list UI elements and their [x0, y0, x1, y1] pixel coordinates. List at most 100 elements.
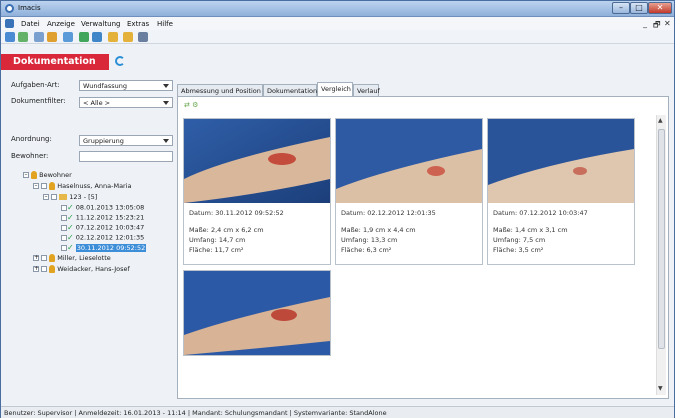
person-icon: [31, 171, 38, 179]
tree-resident-1[interactable]: – Haselnuss, Anna-Maria: [33, 182, 132, 190]
users-icon[interactable]: [79, 32, 89, 42]
aufgaben-value: Wundfassung: [83, 82, 127, 90]
checkmark-icon: ✓: [67, 223, 74, 232]
card-flaeche: Fläche: 11,7 cm²: [189, 246, 244, 254]
card-masse: Maße: 1,9 cm x 4,4 cm: [341, 226, 416, 234]
back-icon[interactable]: [5, 32, 15, 42]
person-icon: [49, 254, 56, 262]
maximize-button[interactable]: □: [630, 2, 648, 14]
person-icon: [49, 265, 56, 273]
menu-extras[interactable]: Extras: [127, 20, 149, 28]
view-toggle-icon[interactable]: ⇄ ⚙: [184, 101, 198, 109]
dokfilter-select[interactable]: < Alle >: [79, 97, 173, 108]
checkmark-icon: ✓: [67, 233, 74, 242]
app-logo-icon: [5, 4, 14, 13]
minimize-button[interactable]: –: [612, 2, 630, 14]
card-umfang: Umfang: 14,7 cm: [189, 236, 246, 244]
wound-card[interactable]: [183, 270, 331, 356]
card-umfang: Umfang: 13,3 cm: [341, 236, 398, 244]
expand-icon[interactable]: +: [33, 266, 39, 272]
tree-root-label: Bewohner: [39, 171, 72, 179]
wound-card[interactable]: Datum: 07.12.2012 10:03:47 Maße: 1,4 cm …: [487, 118, 635, 265]
tree-resident-2[interactable]: + Miller, Lieselotte: [33, 254, 111, 262]
forward-icon[interactable]: [18, 32, 28, 42]
mdi-close-icon[interactable]: ✕: [664, 19, 671, 28]
date-label: 08.01.2013 13:05:08: [75, 203, 145, 212]
tree-date-item-selected[interactable]: ✓ 30.11.2012 09:52:52: [61, 243, 147, 252]
bewohner-label: Bewohner:: [11, 152, 49, 160]
page-title: Dokumentation: [13, 56, 96, 67]
collapse-icon[interactable]: –: [23, 172, 29, 178]
document-icon[interactable]: [138, 32, 148, 42]
date-label: 07.12.2012 10:03:47: [75, 223, 145, 232]
resident-checkbox[interactable]: [41, 266, 48, 272]
close-button[interactable]: ✕: [648, 2, 672, 14]
scroll-down-icon[interactable]: ▼: [658, 385, 663, 392]
chart-icon[interactable]: [63, 32, 73, 42]
resident-label: Weidacker, Hans-Josef: [57, 265, 130, 273]
person-icon[interactable]: [108, 32, 118, 42]
anordnung-select[interactable]: Gruppierung: [79, 135, 173, 146]
aufgaben-select[interactable]: Wundfassung: [79, 80, 173, 91]
scroll-up-icon[interactable]: ▲: [658, 117, 663, 124]
mdi-minimize-icon[interactable]: _: [643, 19, 647, 28]
tab-verlauf[interactable]: Verlauf: [353, 84, 380, 96]
resident-label: Haselnuss, Anna-Maria: [57, 182, 132, 190]
folder-icon: [59, 194, 68, 200]
checkmark-icon: ✓: [67, 213, 74, 222]
menu-hilfe[interactable]: Hilfe: [157, 20, 173, 28]
anordnung-label: Anordnung:: [11, 135, 52, 143]
bewohner-input[interactable]: [79, 151, 173, 162]
resident-checkbox[interactable]: [41, 255, 48, 261]
vertical-scrollbar[interactable]: ▲ ▼: [656, 115, 666, 395]
toolbar: [1, 30, 674, 44]
wound-card[interactable]: Datum: 30.11.2012 09:52:52 Maße: 2,4 cm …: [183, 118, 331, 265]
wound-photo: [336, 119, 482, 203]
status-text: Benutzer: Supervisor | Anmeldezeit: 16.0…: [4, 409, 387, 417]
comparison-panel: ⇄ ⚙ Datum: 30.11.2012 09:52:52 Maße: 2,4…: [177, 96, 669, 399]
refresh-icon[interactable]: [115, 56, 125, 66]
wound-card[interactable]: Datum: 02.12.2012 12:01:35 Maße: 1,9 cm …: [335, 118, 483, 265]
chevron-down-icon: [163, 84, 169, 88]
resident-checkbox[interactable]: [41, 183, 48, 189]
card-umfang: Umfang: 7,5 cm: [493, 236, 546, 244]
group-label: 123 - [5]: [69, 193, 98, 201]
checkmark-icon: ✓: [67, 203, 74, 212]
checkmark-icon: ✓: [67, 243, 74, 252]
aufgaben-label: Aufgaben-Art:: [11, 81, 60, 89]
expand-icon[interactable]: +: [33, 255, 39, 261]
app-window: Imacis – □ ✕ Datei Anzeige Verwaltung Ex…: [0, 0, 675, 418]
tree-date-item[interactable]: ✓ 11.12.2012 15:23:21: [61, 213, 144, 222]
tree-date-item[interactable]: ✓ 08.01.2013 13:05:08: [61, 203, 144, 212]
scroll-thumb[interactable]: [658, 129, 665, 349]
card-flaeche: Fläche: 3,5 cm²: [493, 246, 544, 254]
date-label: 11.12.2012 15:23:21: [75, 213, 145, 222]
chevron-down-icon: [163, 101, 169, 105]
edit-icon[interactable]: [34, 32, 44, 42]
menu-datei[interactable]: Datei: [21, 20, 40, 28]
collapse-icon[interactable]: –: [33, 183, 39, 189]
group-icon[interactable]: [92, 32, 102, 42]
tab-vergleich[interactable]: Vergleich: [317, 82, 353, 96]
tab-dokumentation[interactable]: Dokumentation: [263, 84, 317, 96]
date-label: 30.11.2012 09:52:52: [75, 243, 147, 252]
anordnung-value: Gruppierung: [83, 137, 124, 145]
title-bar: Imacis – □ ✕: [1, 1, 674, 17]
tree-root[interactable]: – Bewohner: [23, 171, 72, 179]
tab-abmessung[interactable]: Abmessung und Position: [177, 84, 263, 96]
tree-date-item[interactable]: ✓ 02.12.2012 12:01:35: [61, 233, 144, 242]
card-datum: Datum: 07.12.2012 10:03:47: [493, 209, 588, 217]
collapse-icon[interactable]: –: [43, 194, 49, 200]
menu-anzeige[interactable]: Anzeige: [47, 20, 75, 28]
menu-verwaltung[interactable]: Verwaltung: [81, 20, 120, 28]
app-menu-icon[interactable]: [5, 19, 14, 28]
tree-resident-3[interactable]: + Weidacker, Hans-Josef: [33, 265, 130, 273]
group-checkbox[interactable]: [51, 194, 58, 200]
menu-bar: Datei Anzeige Verwaltung Extras Hilfe _ …: [1, 17, 674, 30]
wound-photo: [184, 271, 330, 355]
tree-group[interactable]: – 123 - [5]: [43, 193, 97, 201]
person-key-icon[interactable]: [123, 32, 133, 42]
shield-icon[interactable]: [47, 32, 57, 42]
chevron-down-icon: [163, 139, 169, 143]
tree-date-item[interactable]: ✓ 07.12.2012 10:03:47: [61, 223, 144, 232]
